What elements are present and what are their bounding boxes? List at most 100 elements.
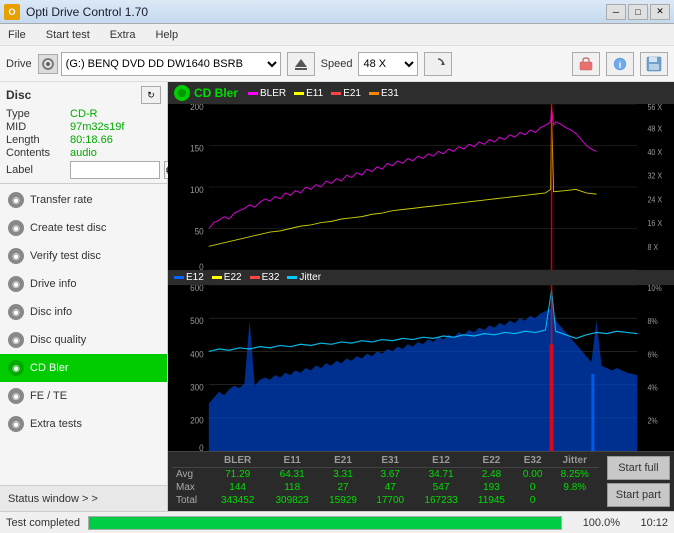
drive-icon bbox=[38, 54, 58, 74]
progress-percent: 100.0% bbox=[570, 517, 620, 529]
drive-select[interactable]: (G:) BENQ DVD DD DW1640 BSRB bbox=[61, 52, 281, 76]
status-bar: Test completed 100.0% 10:12 bbox=[0, 511, 674, 533]
legend-bler: BLER bbox=[248, 88, 286, 99]
nav-disc-quality[interactable]: ◉ Disc quality bbox=[0, 326, 167, 354]
mid-label: MID bbox=[6, 121, 66, 133]
table-row: Total 343452 309823 15929 17700 167233 1… bbox=[172, 494, 599, 507]
row-total-e22: 11945 bbox=[468, 494, 514, 507]
nav-create-test-disc[interactable]: ◉ Create test disc bbox=[0, 214, 167, 242]
svg-text:16 X: 16 X bbox=[647, 219, 662, 229]
transfer-rate-icon: ◉ bbox=[8, 192, 24, 208]
start-full-button[interactable]: Start full bbox=[607, 456, 670, 480]
row-max-e32: 0 bbox=[515, 481, 551, 494]
nav-fe-te-label: FE / TE bbox=[30, 390, 67, 402]
start-part-button[interactable]: Start part bbox=[607, 483, 670, 507]
svg-text:40 X: 40 X bbox=[647, 147, 662, 157]
fe-te-icon: ◉ bbox=[8, 388, 24, 404]
row-max-bler: 144 bbox=[210, 481, 265, 494]
menu-start-test[interactable]: Start test bbox=[42, 27, 94, 43]
legend-e31: E31 bbox=[369, 88, 399, 99]
disc-refresh-button[interactable]: ↻ bbox=[141, 86, 161, 104]
verify-test-disc-icon: ◉ bbox=[8, 248, 24, 264]
close-button[interactable]: ✕ bbox=[650, 4, 670, 20]
nav-verify-test-disc[interactable]: ◉ Verify test disc bbox=[0, 242, 167, 270]
info-button[interactable]: i bbox=[606, 52, 634, 76]
menu-extra[interactable]: Extra bbox=[106, 27, 140, 43]
legend-e22: E22 bbox=[212, 272, 242, 283]
save-button[interactable] bbox=[640, 52, 668, 76]
contents-value: audio bbox=[70, 147, 97, 159]
svg-text:500: 500 bbox=[190, 316, 204, 327]
cd-bler-icon: ◉ bbox=[8, 360, 24, 376]
col-header-e21: E21 bbox=[319, 454, 366, 468]
chart2-svg: 600 500 400 300 200 0 0 10 20 30 40 50 6… bbox=[168, 285, 674, 451]
chart1-area: 200 150 100 50 0 0 10 20 30 40 50 60 70 … bbox=[168, 104, 674, 270]
e32-label: E32 bbox=[262, 272, 280, 283]
main-content: Disc ↻ Type CD-R MID 97m32s19f Length 80… bbox=[0, 82, 674, 511]
nav-transfer-rate[interactable]: ◉ Transfer rate bbox=[0, 186, 167, 214]
nav-extra-tests[interactable]: ◉ Extra tests bbox=[0, 410, 167, 438]
chart1-svg: 200 150 100 50 0 0 10 20 30 40 50 60 70 … bbox=[168, 104, 674, 270]
refresh-button[interactable] bbox=[424, 52, 452, 76]
disc-info-section: Disc ↻ Type CD-R MID 97m32s19f Length 80… bbox=[0, 82, 167, 184]
bler-label: BLER bbox=[260, 88, 286, 99]
erase-button[interactable] bbox=[572, 52, 600, 76]
label-input[interactable] bbox=[70, 161, 160, 179]
e31-dot bbox=[369, 92, 379, 95]
drive-label: Drive bbox=[6, 58, 32, 70]
menu-file[interactable]: File bbox=[4, 27, 30, 43]
svg-text:100: 100 bbox=[190, 184, 204, 195]
row-max-e22: 193 bbox=[468, 481, 514, 494]
e11-label: E11 bbox=[306, 88, 323, 99]
svg-text:0: 0 bbox=[199, 261, 204, 270]
table-row: Avg 71.29 64.31 3.31 3.67 34.71 2.48 0.0… bbox=[172, 468, 599, 482]
window-controls: ─ □ ✕ bbox=[606, 4, 670, 20]
svg-text:8%: 8% bbox=[647, 317, 657, 327]
speed-select[interactable]: 48 X bbox=[358, 52, 418, 76]
legend-jitter: Jitter bbox=[287, 272, 321, 283]
svg-text:200: 200 bbox=[190, 415, 204, 426]
disc-info-icon: ◉ bbox=[8, 304, 24, 320]
legend-e12: E12 bbox=[174, 272, 204, 283]
mid-value: 97m32s19f bbox=[70, 121, 124, 133]
col-header-e31: E31 bbox=[367, 454, 414, 468]
status-window-button[interactable]: Status window > > bbox=[0, 485, 167, 511]
col-header-bler: BLER bbox=[210, 454, 265, 468]
row-total-e31: 17700 bbox=[367, 494, 414, 507]
chart1-status-icon bbox=[174, 85, 190, 101]
nav-fe-te[interactable]: ◉ FE / TE bbox=[0, 382, 167, 410]
nav-disc-info[interactable]: ◉ Disc info bbox=[0, 298, 167, 326]
e22-dot bbox=[212, 276, 222, 279]
nav-drive-info[interactable]: ◉ Drive info bbox=[0, 270, 167, 298]
extra-tests-icon: ◉ bbox=[8, 416, 24, 432]
row-avg-e32: 0.00 bbox=[515, 468, 551, 482]
row-max-e21: 27 bbox=[319, 481, 366, 494]
nav-drive-info-label: Drive info bbox=[30, 278, 76, 290]
action-buttons: Start full Start part bbox=[603, 452, 674, 511]
minimize-button[interactable]: ─ bbox=[606, 4, 626, 20]
row-max-e11: 118 bbox=[265, 481, 320, 494]
right-panel: CD Bler BLER E11 E21 E31 bbox=[168, 82, 674, 511]
data-table-wrapper: BLER E11 E21 E31 E12 E22 E32 Jitter Avg bbox=[168, 452, 603, 511]
e21-dot bbox=[331, 92, 341, 95]
nav-transfer-rate-label: Transfer rate bbox=[30, 194, 93, 206]
maximize-button[interactable]: □ bbox=[628, 4, 648, 20]
eject-button[interactable] bbox=[287, 52, 315, 76]
chart2-legend-bar: E12 E22 E32 Jitter bbox=[168, 270, 674, 285]
row-avg-label: Avg bbox=[172, 468, 210, 482]
row-total-e32: 0 bbox=[515, 494, 551, 507]
row-total-e21: 15929 bbox=[319, 494, 366, 507]
chart1-header: CD Bler BLER E11 E21 E31 bbox=[168, 82, 674, 104]
svg-text:200: 200 bbox=[190, 104, 204, 112]
progress-bar-container bbox=[88, 516, 562, 530]
svg-text:24 X: 24 X bbox=[647, 195, 662, 205]
svg-text:56 X: 56 X bbox=[647, 104, 662, 112]
row-avg-e31: 3.67 bbox=[367, 468, 414, 482]
drive-info-icon: ◉ bbox=[8, 276, 24, 292]
menu-help[interactable]: Help bbox=[151, 27, 182, 43]
chart1-title: CD Bler bbox=[194, 86, 238, 100]
bler-dot bbox=[248, 92, 258, 95]
nav-cd-bler[interactable]: ◉ CD Bler bbox=[0, 354, 167, 382]
chart2-area: 600 500 400 300 200 0 0 10 20 30 40 50 6… bbox=[168, 285, 674, 451]
jitter-dot bbox=[287, 276, 297, 279]
